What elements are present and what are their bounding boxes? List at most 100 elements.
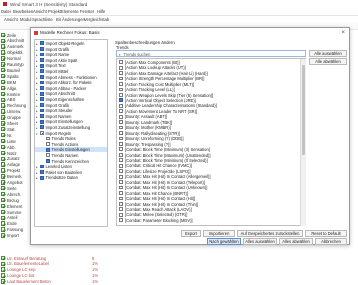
select-all-button[interactable]: Alle auswählen bbox=[309, 50, 347, 57]
tab-item[interactable]: Ansicht bbox=[4, 17, 18, 22]
tree-checkbox[interactable] bbox=[46, 158, 50, 163]
tree-checkbox[interactable] bbox=[40, 164, 44, 169]
tree-checkbox[interactable] bbox=[46, 142, 50, 146]
cancel-button[interactable]: Abbrechen bbox=[315, 238, 347, 245]
tree-checkbox[interactable] bbox=[40, 74, 44, 79]
only-selected-button[interactable]: Nach gewählten bbox=[207, 238, 241, 245]
list-scrollbar[interactable] bbox=[300, 58, 306, 226]
list-item-label: Ltr. BauelementeLabel bbox=[7, 261, 49, 267]
list-item-label: Lounge LC sep bbox=[7, 267, 36, 273]
tree-checkbox[interactable] bbox=[40, 170, 44, 174]
trend-checkbox[interactable] bbox=[119, 158, 123, 163]
tree-checkbox[interactable] bbox=[40, 91, 44, 96]
tab-bar: Ansicht Modul Sprachliste Bit Änderungen Ver… bbox=[0, 15, 358, 22]
dialog-icon bbox=[34, 30, 38, 35]
list-item-label: Laut Bauelement Beton bbox=[7, 279, 51, 285]
tree-checkbox[interactable] bbox=[40, 108, 44, 113]
trend-checkbox[interactable] bbox=[119, 60, 123, 65]
search-icon: ⌕ bbox=[118, 51, 121, 57]
check-icon bbox=[1, 261, 6, 266]
trend-checkbox[interactable] bbox=[119, 174, 123, 179]
tree-checkbox[interactable] bbox=[46, 136, 50, 141]
trend-checkbox[interactable] bbox=[119, 131, 123, 135]
trend-checkbox[interactable] bbox=[119, 212, 123, 217]
tree-checkbox[interactable] bbox=[40, 46, 44, 51]
trend-item[interactable]: [Combat: Parameter Blocking (MDV)] bbox=[117, 217, 305, 223]
deselect-all-button[interactable]: Alles abwählen bbox=[279, 238, 313, 245]
trend-checkbox[interactable] bbox=[119, 169, 123, 174]
tree-checkbox[interactable] bbox=[46, 153, 50, 158]
trend-checkbox[interactable] bbox=[119, 120, 123, 125]
category-tree[interactable]: ▸ Import Objekt-Regeln ▸ Import Grafik ▸ Impo… bbox=[34, 39, 108, 227]
tree-checkbox[interactable] bbox=[40, 80, 44, 85]
trend-checkbox[interactable] bbox=[119, 109, 123, 114]
trend-checkbox[interactable] bbox=[119, 142, 123, 146]
select-none-button[interactable]: Alle abwählen bbox=[309, 58, 347, 65]
trend-checkbox[interactable] bbox=[119, 125, 123, 130]
trend-checkbox[interactable] bbox=[119, 76, 123, 81]
window-title: Wind Smart 3 H (Sensitivity) Standard bbox=[10, 1, 88, 7]
export-button[interactable]: Export bbox=[181, 230, 201, 237]
list-item-value: 1% bbox=[92, 279, 99, 285]
tab-item[interactable]: Vergleichstab bbox=[84, 17, 109, 22]
trend-checkbox[interactable] bbox=[119, 207, 123, 212]
search-input[interactable]: ⌕ Trends suchen bbox=[116, 50, 306, 57]
import-button[interactable]: Importieren bbox=[203, 230, 235, 237]
tree-checkbox[interactable] bbox=[40, 97, 44, 102]
trend-checkbox[interactable] bbox=[119, 218, 123, 223]
menu-item[interactable]: Bearbeiten bbox=[13, 9, 33, 14]
trends-list[interactable]: [Action Max Components (Bt)] [Action Max … bbox=[116, 58, 306, 226]
tree-checkbox[interactable] bbox=[46, 147, 50, 152]
show-all-button[interactable]: Alles auswählen bbox=[243, 238, 277, 245]
tree-checkbox[interactable] bbox=[40, 86, 44, 90]
tree-checkbox[interactable] bbox=[40, 125, 44, 130]
tree-checkbox[interactable] bbox=[40, 69, 44, 74]
tree-checkbox[interactable] bbox=[40, 130, 44, 135]
tab-item[interactable]: Sprachliste bbox=[32, 17, 53, 22]
trend-checkbox[interactable] bbox=[119, 185, 123, 190]
tab-item[interactable]: Modul bbox=[20, 17, 31, 22]
trend-checkbox[interactable] bbox=[119, 147, 123, 152]
trend-checkbox[interactable] bbox=[119, 196, 123, 201]
trend-checkbox[interactable] bbox=[119, 65, 123, 70]
tree-checkbox[interactable] bbox=[40, 41, 44, 46]
tree-checkbox[interactable] bbox=[40, 102, 44, 107]
footer-row-1: Export Importieren Auf Gespeichertes zur… bbox=[31, 230, 351, 237]
menu-item[interactable]: Elemente bbox=[61, 9, 79, 14]
close-icon[interactable]: × bbox=[341, 30, 345, 36]
list-item-label: Lounge LC bot bbox=[7, 273, 35, 279]
menu-item[interactable]: Ansicht bbox=[33, 9, 47, 14]
tree-checkbox[interactable] bbox=[40, 175, 44, 180]
trend-checkbox[interactable] bbox=[119, 103, 123, 108]
trend-checkbox[interactable] bbox=[119, 71, 123, 75]
tree-checkbox[interactable] bbox=[40, 63, 44, 68]
reset-default-button[interactable]: Reset to Default bbox=[305, 230, 347, 237]
trend-checkbox[interactable] bbox=[119, 201, 123, 206]
trend-checkbox[interactable] bbox=[119, 163, 123, 168]
tree-item[interactable]: ▸ Trendsätze Daten bbox=[35, 175, 107, 181]
list-item-value: 1% bbox=[92, 261, 99, 267]
tree-checkbox[interactable] bbox=[40, 119, 44, 124]
menu-item[interactable]: Fenster bbox=[80, 9, 94, 14]
trend-checkbox[interactable] bbox=[119, 92, 123, 97]
trend-checkbox[interactable] bbox=[119, 152, 123, 157]
menu-item[interactable]: Hilfe bbox=[97, 9, 105, 14]
tree-checkbox[interactable] bbox=[40, 114, 44, 118]
trend-checkbox[interactable] bbox=[119, 87, 123, 92]
menu-item[interactable]: Datei bbox=[1, 9, 11, 14]
trend-checkbox[interactable] bbox=[119, 98, 123, 103]
trend-checkbox[interactable] bbox=[119, 136, 123, 141]
restore-saved-button[interactable]: Auf Gespeichertes zurückstellen bbox=[237, 230, 303, 237]
trend-checkbox[interactable] bbox=[119, 191, 123, 195]
trend-item-label: [Combat: Parameter Blocking (MDV)] bbox=[125, 217, 193, 223]
trend-checkbox[interactable] bbox=[119, 82, 123, 86]
tree-checkbox[interactable] bbox=[40, 58, 44, 62]
dialog-title: Modelle Rechner Fokus: Basis bbox=[40, 30, 100, 36]
scrollbar-thumb[interactable] bbox=[302, 64, 306, 155]
expander-icon[interactable]: ▸ bbox=[36, 176, 38, 180]
trend-checkbox[interactable] bbox=[119, 180, 123, 184]
menu-item[interactable]: Projekt bbox=[48, 9, 61, 14]
trend-checkbox[interactable] bbox=[119, 114, 123, 119]
tree-checkbox[interactable] bbox=[40, 52, 44, 57]
tab-item[interactable]: Bit Änderungen bbox=[56, 17, 85, 22]
